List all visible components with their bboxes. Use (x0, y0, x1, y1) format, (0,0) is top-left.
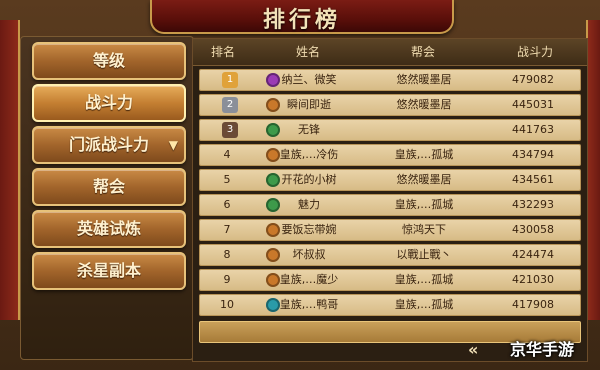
table-row[interactable]: 7 要饭忘带婉 惊鸿天下 430058 (199, 219, 581, 241)
player-name: 纳兰、微笑 (281, 73, 337, 86)
watermark: 京华手游 (510, 340, 575, 359)
guild-name: 皇族,…孤城 (394, 198, 454, 211)
guild-name: 惊鸿天下 (402, 223, 446, 236)
player-name: 瞬间即逝 (287, 98, 331, 111)
table-row[interactable]: 6 魅力 皇族,…孤城 432293 (199, 194, 581, 216)
table-row[interactable]: 9 皇族,…魔少 皇族,…孤城 421030 (199, 269, 581, 291)
left-banner-decoration (0, 20, 20, 320)
rank-cell: 8 (223, 248, 231, 261)
combat-power-value: 417908 (512, 298, 554, 311)
guild-name: 皇族,…孤城 (394, 148, 454, 161)
combat-power-value: 430058 (512, 223, 554, 236)
tab-combat-power[interactable]: 战斗力 (32, 84, 186, 122)
player-name: 皇族,…魔少 (279, 273, 339, 286)
combat-power-value: 434794 (512, 148, 554, 161)
rank-cell: 5 (223, 173, 231, 186)
game-frame: 排行榜 等级 战斗力 门派战斗力 ▼ 帮会 英雄试炼 杀星副本 排名 姓名 帮会 … (0, 0, 600, 370)
tab-guild[interactable]: 帮会 (32, 168, 186, 206)
tab-label: 战斗力 (84, 93, 133, 112)
guild-name: 皇族,…孤城 (394, 273, 454, 286)
player-name: 魅力 (298, 198, 320, 211)
caret-down-icon: ▼ (168, 138, 178, 152)
table-row[interactable]: 5 开花的小树 悠然暖墨居 434561 (199, 169, 581, 191)
combat-power-value: 432293 (512, 198, 554, 211)
rank-cell: 7 (223, 223, 231, 236)
combat-power-value: 441763 (512, 123, 554, 136)
rank-cell: 9 (223, 273, 231, 286)
tab-label: 等级 (92, 51, 125, 70)
page-title: 排行榜 (262, 8, 341, 33)
rank-cell: 4 (223, 148, 231, 161)
right-banner-decoration (586, 20, 600, 320)
tab-level[interactable]: 等级 (32, 42, 186, 80)
tab-hero-trial[interactable]: 英雄试炼 (32, 210, 186, 248)
header-power: 战斗力 (516, 45, 553, 59)
rank-medal-icon: 2 (222, 97, 238, 113)
tab-sect-combat-power[interactable]: 门派战斗力 ▼ (32, 126, 186, 164)
combat-power-value: 424474 (512, 248, 554, 261)
combat-power-value: 421030 (512, 273, 554, 286)
rank-cell: 10 (220, 298, 234, 311)
combat-power-value: 434561 (512, 173, 554, 186)
combat-power-value: 445031 (512, 98, 554, 111)
player-name: 坏叔叔 (292, 248, 326, 261)
header-guild: 帮会 (410, 45, 435, 59)
rank-medal-icon: 1 (222, 72, 238, 88)
guild-name: 以戰止戰丶 (396, 248, 452, 261)
tab-label: 杀星副本 (76, 261, 141, 280)
back-arrow-icon[interactable]: « (468, 340, 478, 359)
table-header: 排名 姓名 帮会 战斗力 (193, 39, 587, 66)
player-name: 无锋 (298, 123, 320, 136)
table-row[interactable]: 10 皇族,…鸭哥 皇族,…孤城 417908 (199, 294, 581, 316)
combat-power-value: 479082 (512, 73, 554, 86)
tab-star-dungeon[interactable]: 杀星副本 (32, 252, 186, 290)
header-rank: 排名 (210, 45, 235, 59)
table-row[interactable]: 3 无锋 441763 (199, 119, 581, 141)
header-name: 姓名 (295, 45, 320, 59)
ranking-table: 排名 姓名 帮会 战斗力 1 纳兰、微笑 悠然暖墨居 479082 2 瞬间即逝 悠然暖墨居… (192, 38, 588, 362)
title-banner: 排行榜 (150, 0, 454, 34)
rank-medal-icon: 3 (222, 122, 238, 138)
guild-name: 皇族,…孤城 (394, 298, 454, 311)
player-name: 皇族,…冷伤 (279, 148, 339, 161)
table-row[interactable]: 2 瞬间即逝 悠然暖墨居 445031 (199, 94, 581, 116)
tab-label: 门派战斗力 (68, 135, 149, 154)
tab-label: 英雄试炼 (76, 219, 141, 238)
player-name: 要饭忘带婉 (281, 223, 337, 236)
guild-name (364, 120, 484, 140)
table-row[interactable]: 1 纳兰、微笑 悠然暖墨居 479082 (199, 69, 581, 91)
player-name: 开花的小树 (281, 173, 337, 186)
table-row[interactable]: 8 坏叔叔 以戰止戰丶 424474 (199, 244, 581, 266)
table-row[interactable]: 4 皇族,…冷伤 皇族,…孤城 434794 (199, 144, 581, 166)
player-name: 皇族,…鸭哥 (279, 298, 339, 311)
guild-name: 悠然暖墨居 (396, 173, 452, 186)
tab-label: 帮会 (92, 177, 125, 196)
guild-name: 悠然暖墨居 (396, 73, 452, 86)
rank-cell: 6 (223, 198, 231, 211)
guild-name: 悠然暖墨居 (396, 98, 452, 111)
